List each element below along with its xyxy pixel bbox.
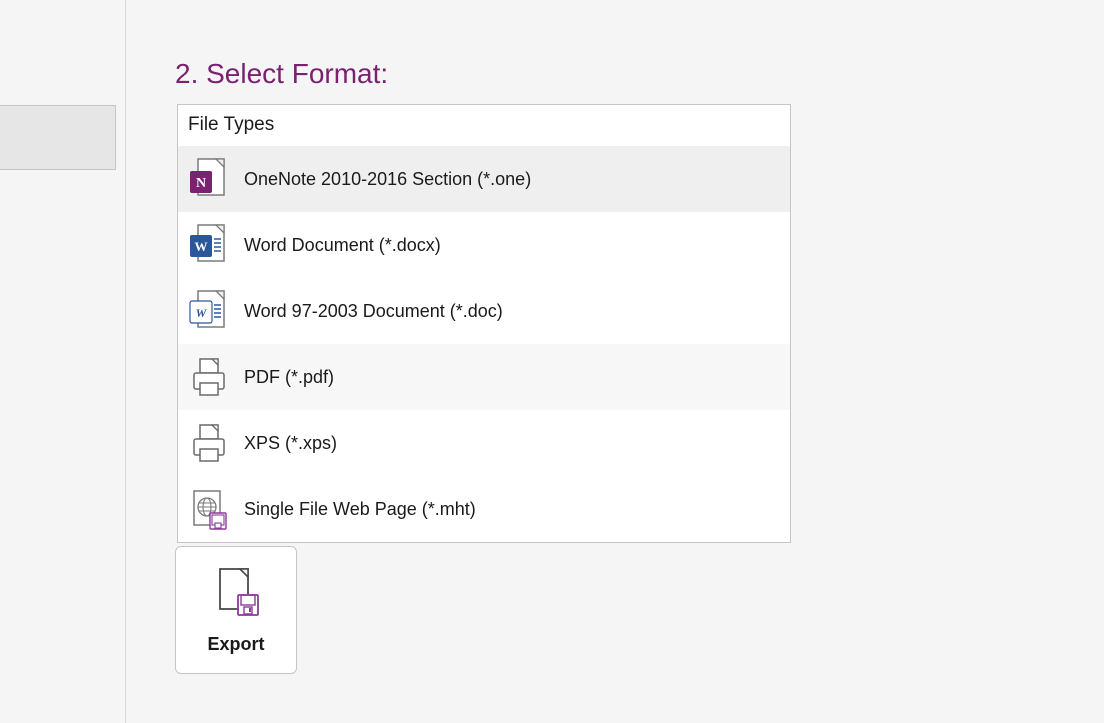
- left-panel-placeholder: [0, 105, 116, 170]
- printer-icon: [188, 421, 244, 465]
- printer-icon: [188, 355, 244, 399]
- svg-text:W: W: [196, 306, 208, 320]
- svg-text:W: W: [195, 239, 208, 254]
- file-types-panel: File Types N OneNote 2010-2016 Section (…: [177, 104, 791, 543]
- section-title: 2. Select Format:: [175, 58, 388, 90]
- file-type-label: XPS (*.xps): [244, 433, 337, 454]
- file-type-label: Single File Web Page (*.mht): [244, 499, 476, 520]
- web-page-icon: [188, 487, 244, 531]
- file-type-pdf[interactable]: PDF (*.pdf): [178, 344, 790, 410]
- file-type-label: Word 97-2003 Document (*.doc): [244, 301, 503, 322]
- file-type-mht[interactable]: Single File Web Page (*.mht): [178, 476, 790, 542]
- file-type-label: PDF (*.pdf): [244, 367, 334, 388]
- export-button-label: Export: [207, 634, 264, 655]
- onenote-icon: N: [188, 157, 244, 201]
- word97-icon: W: [188, 289, 244, 333]
- file-type-onenote[interactable]: N OneNote 2010-2016 Section (*.one): [178, 146, 790, 212]
- export-icon: [212, 565, 260, 620]
- svg-text:N: N: [196, 176, 206, 191]
- file-type-xps[interactable]: XPS (*.xps): [178, 410, 790, 476]
- file-type-word-docx[interactable]: W Word Document (*.docx): [178, 212, 790, 278]
- word-icon: W: [188, 223, 244, 267]
- file-types-header: File Types: [178, 105, 790, 146]
- file-type-label: Word Document (*.docx): [244, 235, 441, 256]
- file-type-word-doc[interactable]: W Word 97-2003 Document (*.doc): [178, 278, 790, 344]
- export-button[interactable]: Export: [175, 546, 297, 674]
- panel-divider: [125, 0, 126, 723]
- file-type-label: OneNote 2010-2016 Section (*.one): [244, 169, 531, 190]
